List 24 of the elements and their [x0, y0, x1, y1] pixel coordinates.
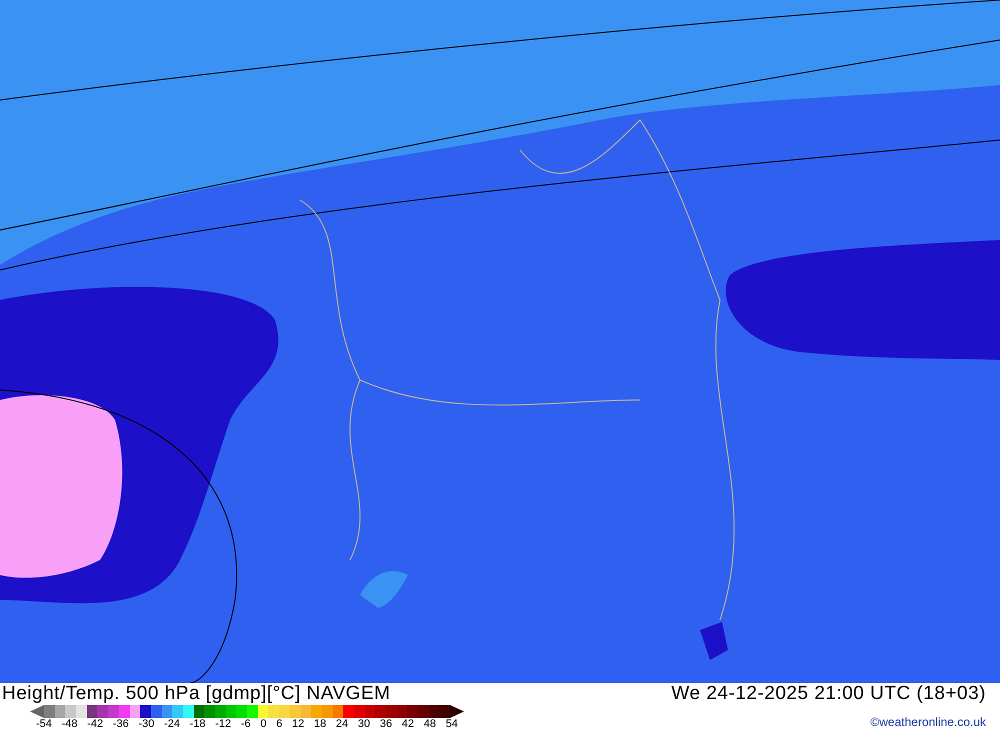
legend-tick-label: 6 [276, 718, 282, 731]
legend-tick-label: 24 [336, 718, 348, 731]
legend-tick-label: 0 [260, 718, 266, 731]
copyright-link[interactable]: ©weatheronline.co.uk [870, 715, 986, 729]
legend-tick-label: -54 [36, 718, 52, 731]
legend-tick-label: -18 [190, 718, 206, 731]
legend-tick-label: -24 [164, 718, 180, 731]
legend-tick-label: 30 [358, 718, 370, 731]
legend-tick-label: -30 [138, 718, 154, 731]
legend-tick-label: -48 [62, 718, 78, 731]
legend-tick-label: -42 [87, 718, 104, 731]
legend-tick-label: 54 [446, 718, 458, 731]
valid-time: We 24-12-2025 21:00 UTC (18+03) [671, 683, 986, 705]
legend-right-arrow-icon [450, 705, 464, 718]
legend-tick-label: 12 [292, 718, 304, 731]
legend-tick-label: 36 [380, 718, 392, 731]
chart-title: Height/Temp. 500 hPa [gdmp][°C] NAVGEM [2, 683, 392, 705]
legend-tick-label: -12 [215, 718, 232, 731]
legend-tick-label: 42 [402, 718, 414, 731]
legend-tick-label: 18 [314, 718, 326, 731]
legend-tick-label: -36 [112, 718, 129, 731]
legend-left-arrow-icon [30, 705, 44, 718]
legend-tick-label: -6 [240, 718, 251, 731]
legend-tick-label: 48 [424, 718, 436, 731]
